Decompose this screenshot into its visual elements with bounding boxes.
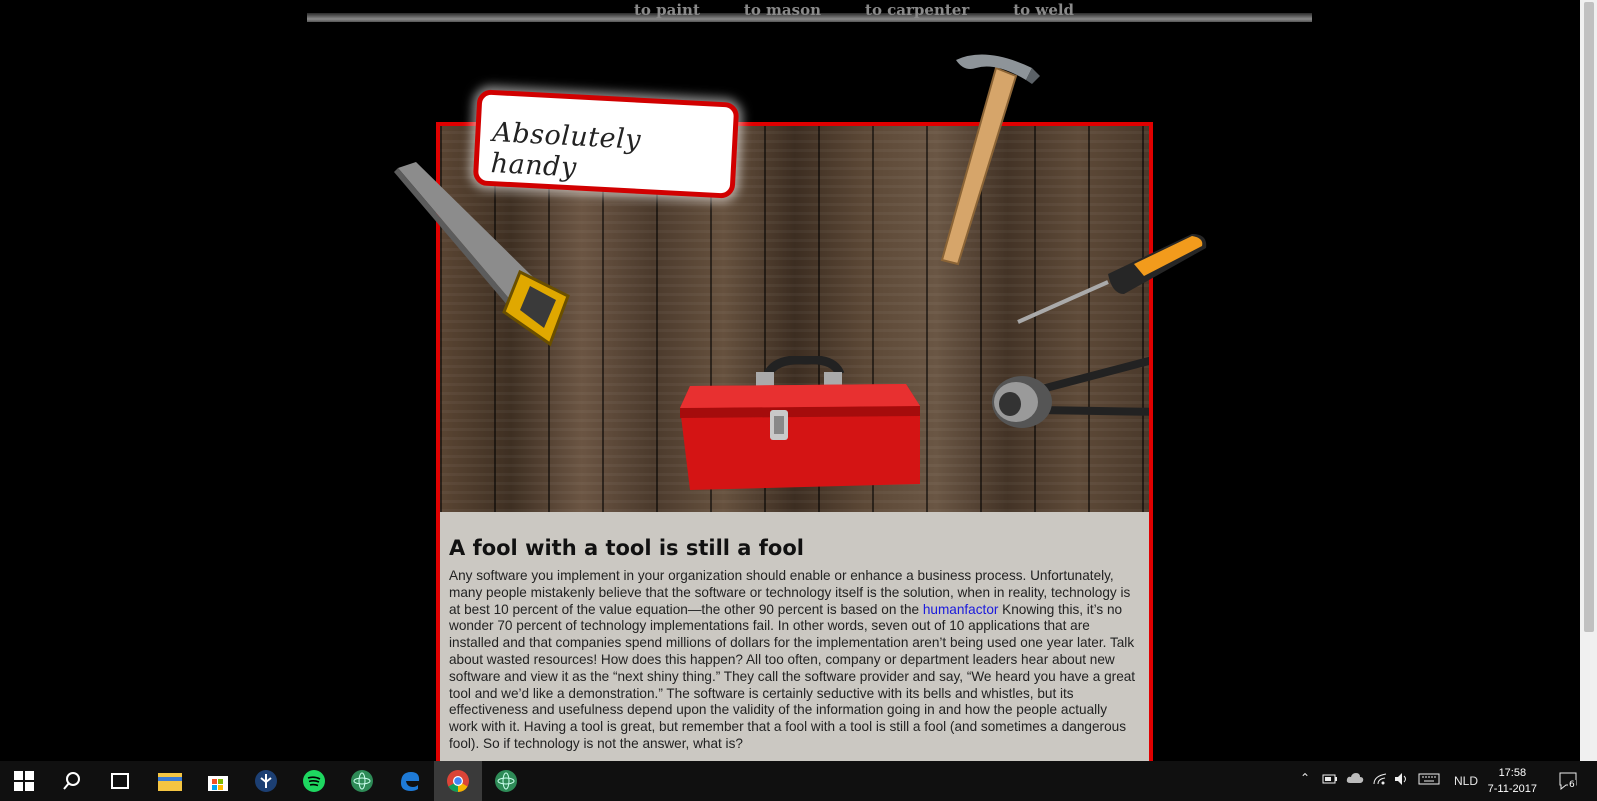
notification-count: 6	[1568, 780, 1576, 790]
clock[interactable]: 17:58 7-11-2017	[1488, 765, 1537, 797]
store-icon[interactable]	[194, 761, 242, 801]
file-explorer-icon[interactable]	[146, 761, 194, 801]
page-scrollbar[interactable]	[1580, 0, 1597, 763]
atom-icon-2[interactable]	[482, 761, 530, 801]
article-title: A fool with a tool is still a fool	[449, 536, 804, 560]
volume-icon[interactable]	[1394, 772, 1410, 789]
article-body: Any software you implement in your organ…	[449, 568, 1139, 753]
windows-taskbar: ⌃ NLD 17:58 7-11-2017 6	[0, 761, 1597, 801]
search-icon[interactable]	[48, 761, 96, 801]
saw-image	[394, 162, 570, 347]
windows-start-icon[interactable]	[0, 761, 48, 801]
spotify-icon[interactable]	[290, 761, 338, 801]
toolbox-image	[680, 356, 920, 490]
nav-link-mason[interactable]: to mason	[744, 2, 821, 18]
battery-icon[interactable]	[1322, 773, 1338, 788]
screwdriver-image	[1017, 234, 1207, 324]
pliers-image	[992, 356, 1149, 428]
show-hidden-icons-icon[interactable]: ⌃	[1300, 771, 1310, 785]
chrome-icon[interactable]	[434, 761, 482, 801]
scrollbar-thumb[interactable]	[1584, 2, 1594, 632]
cloud-icon[interactable]	[1346, 772, 1364, 787]
action-center-icon[interactable]: 6	[1558, 771, 1580, 794]
clock-date: 7-11-2017	[1487, 783, 1537, 795]
app-icon[interactable]	[242, 761, 290, 801]
nav-link-weld[interactable]: to weld	[1013, 2, 1074, 18]
nav-link-carpenter[interactable]: to carpenter	[865, 2, 969, 18]
sign-text: Absolutely handy	[490, 117, 642, 184]
language-indicator[interactable]: NLD	[1454, 774, 1478, 788]
task-view-icon[interactable]	[96, 761, 144, 801]
humanfactor-link[interactable]: humanfactor	[923, 602, 999, 617]
clock-time: 17:58	[1498, 767, 1527, 779]
absolutely-handy-sign: Absolutely handy	[472, 89, 740, 199]
article-body-part-2: Knowing this, it’s no wonder 70 percent …	[449, 601, 1136, 751]
keyboard-icon[interactable]	[1418, 773, 1440, 788]
article-section: A fool with a tool is still a fool Any s…	[440, 512, 1149, 766]
atom-icon[interactable]	[338, 761, 386, 801]
nav-link-paint[interactable]: to paint	[634, 2, 700, 18]
edge-icon[interactable]	[386, 761, 434, 801]
wifi-icon[interactable]	[1372, 772, 1388, 789]
top-navigation: to paint to mason to carpenter to weld	[307, 0, 1312, 22]
